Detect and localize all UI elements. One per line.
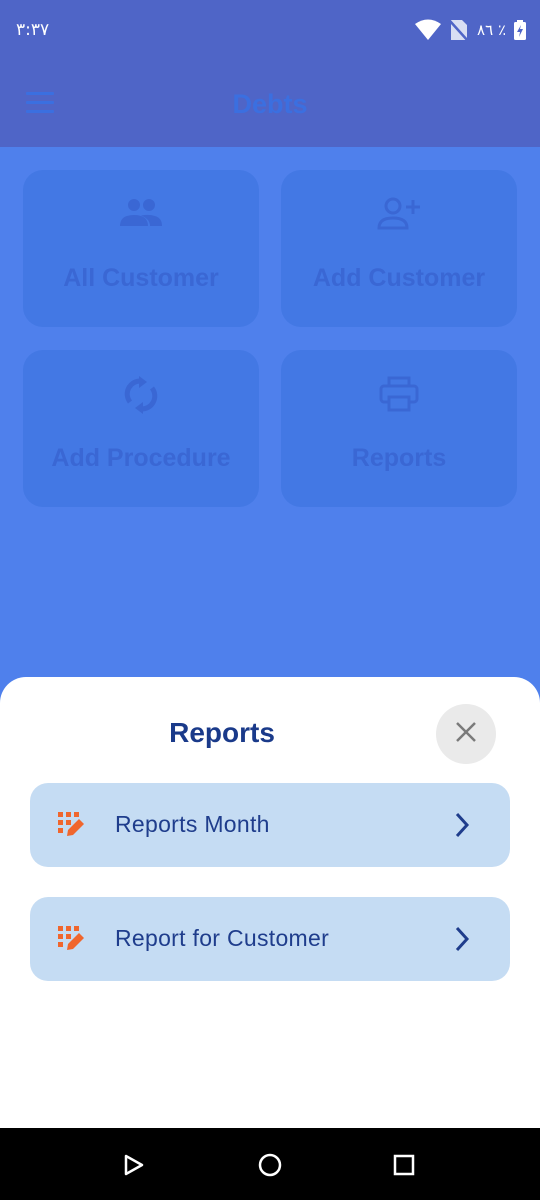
card-label: Add Customer [312,264,486,292]
item-label: Report for Customer [115,925,330,951]
add-customer-card[interactable]: Add Customer [281,170,517,327]
all-customer-card[interactable]: All Customer [23,170,259,327]
wifi-icon [415,19,442,41]
app-bar: Debts [0,62,540,147]
no-sim-icon [449,18,469,42]
report-edit-icon [58,812,86,843]
chevron-right-icon [454,925,470,958]
report-edit-icon [58,926,86,957]
close-button[interactable] [436,704,496,764]
navigation-bar [0,1128,540,1200]
item-label: Reports Month [115,811,270,837]
status-bar: ٣:٣٧ ٨٦ ٪ [0,0,540,62]
card-label: Reports [351,444,447,472]
report-for-customer-item[interactable]: Report for Customer [30,897,510,981]
sync-icon [23,376,259,416]
printer-icon [281,376,517,416]
recents-icon[interactable] [389,1150,419,1180]
close-icon [455,721,477,748]
chevron-right-icon [454,811,470,844]
card-label: Add Procedure [51,444,231,472]
home-icon[interactable] [255,1150,285,1180]
back-icon[interactable] [118,1150,148,1180]
sheet-title: Reports [169,717,275,748]
battery-text: ٨٦ ٪ [477,21,506,39]
reports-month-item[interactable]: Reports Month [30,783,510,867]
people-icon [23,196,259,236]
reports-card[interactable]: Reports [281,350,517,507]
battery-icon [514,20,526,40]
status-time: ٣:٣٧ [16,20,50,40]
add-procedure-card[interactable]: Add Procedure [23,350,259,507]
page-title: Debts [232,89,308,119]
status-icons: ٨٦ ٪ [415,18,526,42]
reports-bottom-sheet: Reports Reports Month Report for Custome… [0,677,540,1128]
person-add-icon [281,196,517,236]
card-label: All Customer [63,264,219,292]
